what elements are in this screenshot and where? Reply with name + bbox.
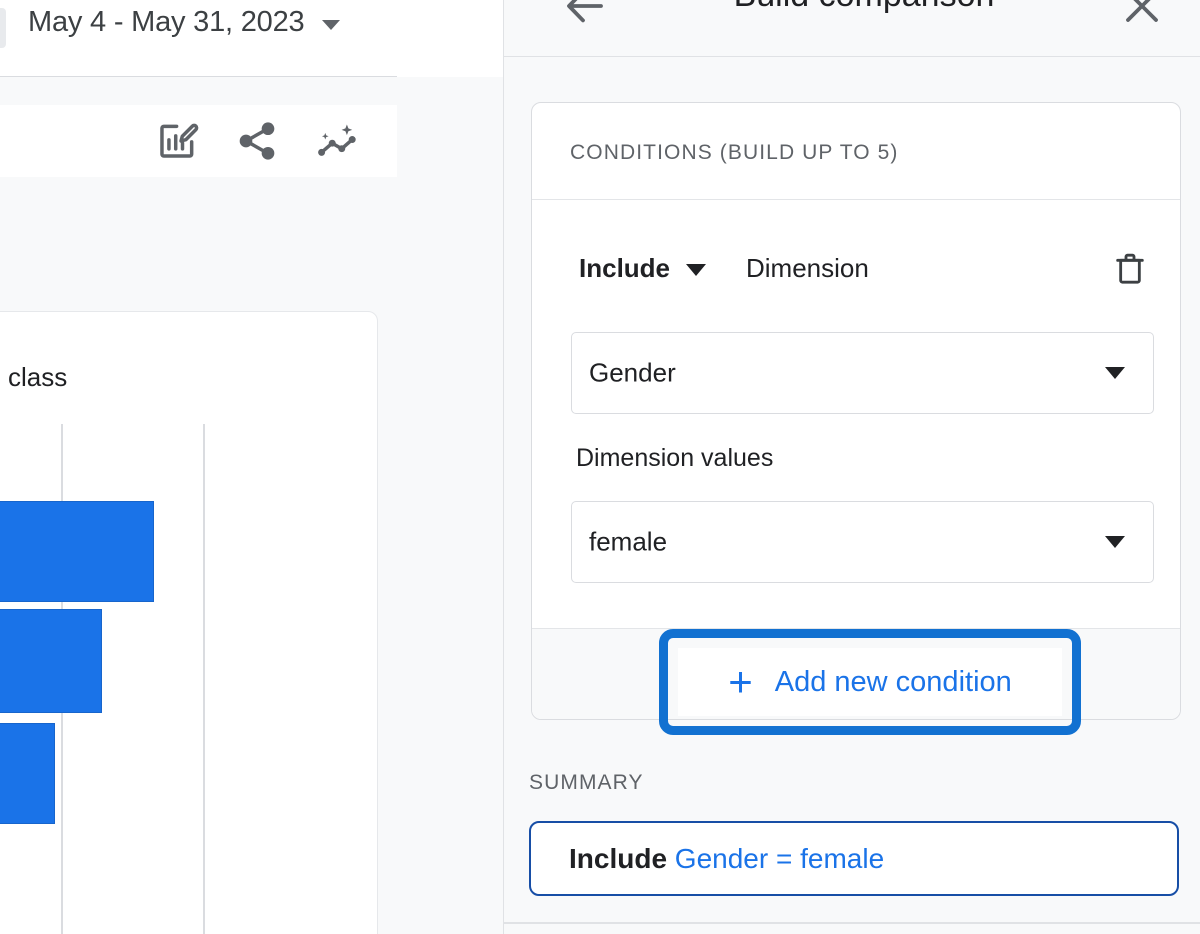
condition-scope-label: Dimension bbox=[746, 253, 869, 283]
close-icon[interactable] bbox=[1118, 0, 1166, 30]
summary-text: Include Gender = female bbox=[569, 843, 884, 875]
chevron-down-icon bbox=[686, 264, 707, 276]
plus-icon: + bbox=[728, 658, 753, 705]
report-area: May 4 - May 31, 2023 class bbox=[0, 0, 503, 934]
condition-operator-label: Include bbox=[579, 253, 671, 283]
summary-chip[interactable]: Include Gender = female bbox=[529, 821, 1179, 896]
conditions-card: CONDITIONS (BUILD UP TO 5) Include Dimen… bbox=[531, 102, 1181, 720]
summary-prefix: Include bbox=[569, 842, 668, 874]
share-icon[interactable] bbox=[235, 119, 279, 163]
add-new-condition-button[interactable]: + Add new condition bbox=[678, 648, 1062, 716]
panel-bottom-divider bbox=[504, 922, 1200, 924]
panel-header: Build comparison bbox=[504, 0, 1200, 57]
screen-root: May 4 - May 31, 2023 class CONDITIONS (B… bbox=[0, 0, 1200, 934]
date-range-picker[interactable]: May 4 - May 31, 2023 bbox=[28, 6, 341, 39]
condition-row: Include Dimension bbox=[532, 243, 1180, 309]
chart-title: class bbox=[8, 362, 68, 392]
bar-chart-bar[interactable] bbox=[0, 609, 102, 713]
bar-chart-bar[interactable] bbox=[0, 501, 154, 602]
header-divider bbox=[0, 76, 397, 77]
edge-control-stub[interactable] bbox=[0, 8, 6, 48]
chevron-down-icon bbox=[322, 19, 341, 30]
chevron-down-icon bbox=[1105, 367, 1125, 379]
summary-section-label: SUMMARY bbox=[529, 771, 644, 794]
summary-expression: Gender = female bbox=[667, 842, 885, 874]
edit-chart-icon[interactable] bbox=[155, 119, 199, 163]
add-new-condition-label: Add new condition bbox=[774, 665, 1012, 698]
dimension-values-label: Dimension values bbox=[576, 444, 774, 472]
bar-chart-plot bbox=[0, 424, 379, 934]
conditions-divider bbox=[532, 199, 1180, 200]
insights-sparkle-icon[interactable] bbox=[315, 119, 359, 163]
dimension-select[interactable]: Gender bbox=[571, 332, 1154, 414]
dimension-select-value: Gender bbox=[589, 357, 676, 388]
gridline bbox=[203, 424, 205, 934]
dimension-values-select-value: female bbox=[589, 526, 668, 557]
page-title: Build comparison bbox=[654, 0, 1074, 15]
conditions-header-label: CONDITIONS (BUILD UP TO 5) bbox=[570, 141, 899, 164]
date-range-header: May 4 - May 31, 2023 bbox=[0, 0, 503, 77]
trash-icon[interactable] bbox=[1110, 246, 1150, 290]
report-toolbar bbox=[0, 105, 397, 177]
dimension-values-select[interactable]: female bbox=[571, 501, 1154, 583]
bar-chart-bar[interactable] bbox=[0, 723, 55, 824]
date-range-label: May 4 - May 31, 2023 bbox=[28, 6, 305, 38]
arrow-left-icon[interactable] bbox=[561, 0, 609, 30]
chart-card: class bbox=[0, 311, 378, 934]
condition-operator-dropdown[interactable]: Include bbox=[579, 253, 707, 284]
panel-scrollbar-track[interactable] bbox=[485, 0, 499, 934]
chevron-down-icon bbox=[1105, 536, 1125, 548]
